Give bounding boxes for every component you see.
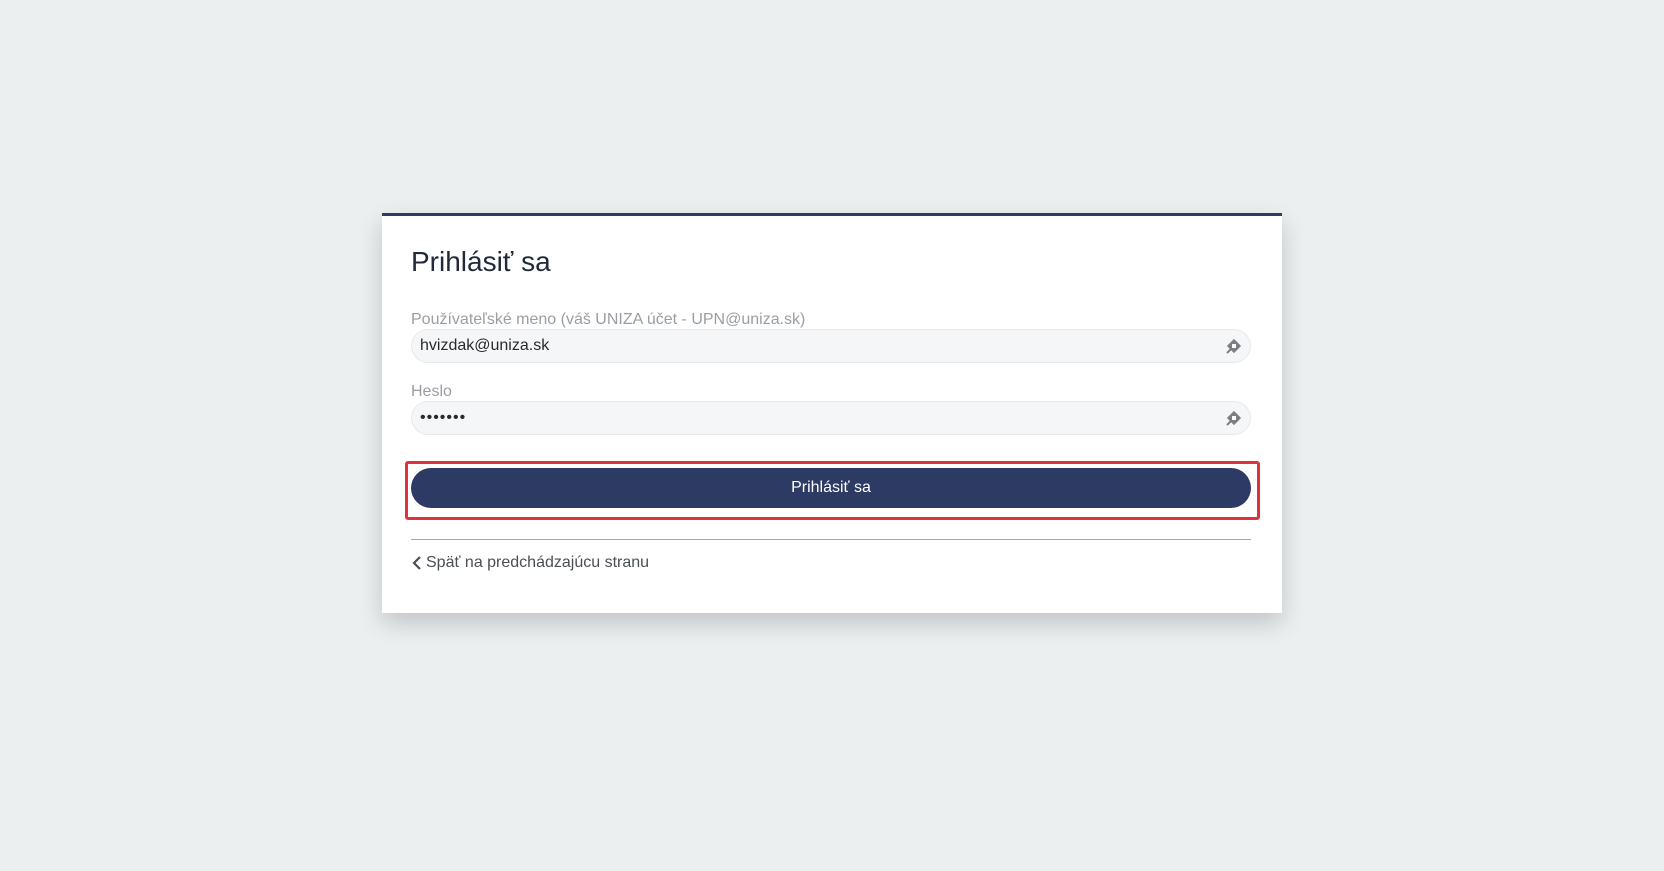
back-link[interactable]: Späť na predchádzajúcu stranu [411, 554, 649, 572]
password-input[interactable] [420, 402, 1210, 434]
chevron-left-icon [412, 556, 421, 570]
login-card: Prihlásiť sa Používateľské meno (váš UNI… [382, 213, 1282, 613]
password-label: Heslo [411, 383, 452, 400]
page: Prihlásiť sa Používateľské meno (váš UNI… [0, 0, 1664, 871]
username-input[interactable] [420, 330, 1210, 362]
password-field-wrapper [411, 401, 1251, 435]
username-field-wrapper [411, 329, 1251, 363]
password-manager-icon[interactable] [1226, 410, 1242, 426]
back-link-label: Späť na predchádzajúcu stranu [426, 554, 650, 571]
login-button[interactable]: Prihlásiť sa [411, 468, 1251, 508]
password-manager-icon[interactable] [1226, 338, 1242, 354]
page-title: Prihlásiť sa [411, 246, 551, 277]
divider [411, 539, 1251, 540]
username-label: Používateľské meno (váš UNIZA účet - UPN… [411, 311, 806, 328]
